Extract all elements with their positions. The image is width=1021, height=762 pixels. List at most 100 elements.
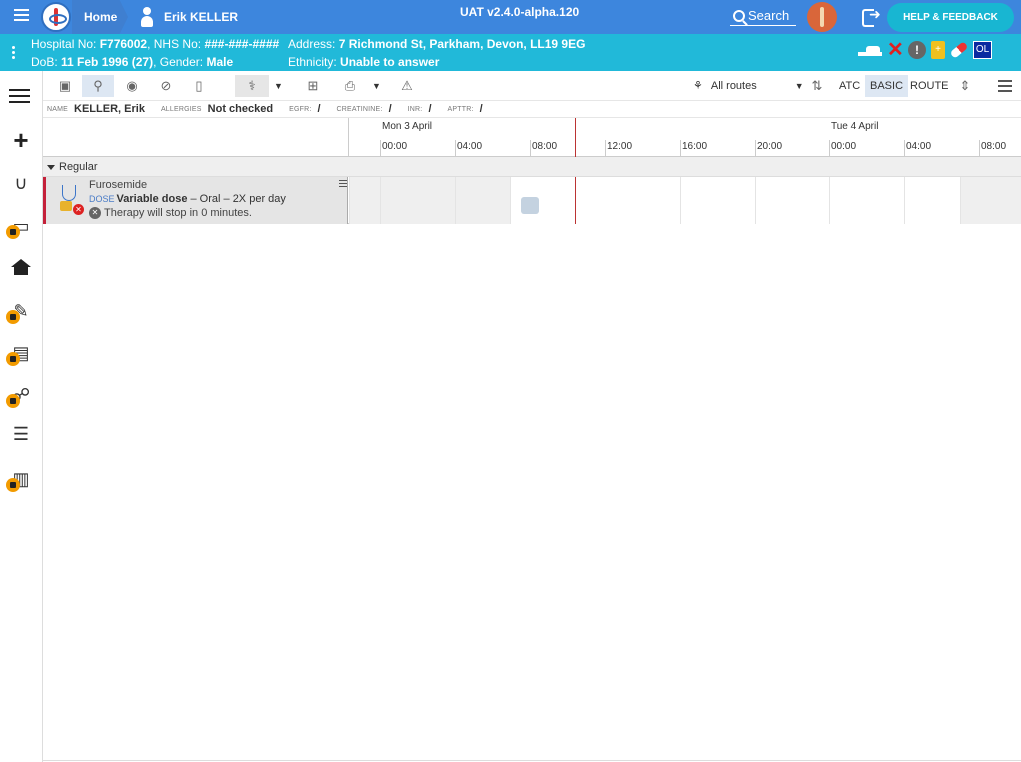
hour-label: 08:00 — [979, 140, 1006, 157]
add-prescription-icon[interactable]: ⚕ — [235, 75, 269, 97]
add-icon[interactable]: + — [6, 126, 36, 156]
ethnicity-label: Ethnicity: — [288, 55, 341, 69]
walking-icon[interactable]: ☍ — [6, 380, 36, 410]
eye-icon[interactable]: ◉ — [118, 75, 146, 97]
routes-icon: ⚘ — [693, 80, 703, 92]
hour-label: 20:00 — [755, 140, 782, 157]
medication-info[interactable]: ✕ Furosemide DOSE Variable dose – Oral – … — [43, 177, 348, 224]
current-time-line — [575, 118, 576, 157]
therapy-stop-notice: ✕ Therapy will stop in 0 minutes. — [89, 207, 252, 219]
sort-icon[interactable]: ⇅ — [803, 75, 831, 97]
top-bar: Home Erik KELLER UAT v2.4.0-alpha.120 Se… — [0, 0, 1021, 34]
ethnicity-value: Unable to answer — [340, 55, 440, 69]
stethoscope-icon[interactable]: ∪ — [6, 168, 36, 198]
archive-icon[interactable]: ▥ — [6, 464, 36, 494]
administer-icon[interactable]: ⚲ — [82, 75, 114, 97]
medication-dose: DOSE Variable dose – Oral – 2X per day — [89, 193, 286, 205]
prescription-dropdown-icon[interactable]: ▼ — [274, 75, 283, 97]
group-header-regular[interactable]: Regular — [43, 157, 1021, 177]
lock-icon — [6, 352, 20, 366]
list-icon[interactable] — [6, 85, 36, 115]
group-atc[interactable]: ATC — [834, 75, 865, 97]
dose-main: Variable dose — [116, 193, 188, 205]
grid-cell — [349, 177, 380, 224]
banner-status-icons: ✕ ! + OL — [858, 40, 992, 60]
app-logo[interactable] — [41, 2, 71, 32]
medication-row[interactable]: ✕ Furosemide DOSE Variable dose – Oral – … — [43, 177, 1021, 224]
person-icon — [138, 6, 156, 28]
allergies-value[interactable]: Not checked — [208, 103, 273, 115]
hospital-no-label: Hospital No: — [31, 37, 100, 51]
camera-icon[interactable]: ▭ — [6, 211, 36, 241]
breadcrumb-home[interactable]: Home — [72, 0, 128, 34]
banner-ethnicity: Ethnicity: Unable to answer — [288, 55, 439, 69]
hospital-no: F776002 — [99, 37, 148, 51]
grid-cell — [510, 177, 575, 224]
day-label: Tue 4 April — [831, 121, 879, 132]
clipboard-icon[interactable]: + — [931, 41, 945, 59]
print-icon[interactable]: ⎙ — [336, 75, 364, 97]
name-label: NAME — [47, 105, 69, 113]
day-label: Mon 3 April — [382, 121, 433, 132]
checklist-icon[interactable]: ☰ — [6, 419, 36, 449]
stethoscope-shape — [62, 185, 76, 201]
document-icon[interactable]: ▯ — [185, 75, 213, 97]
ol-badge[interactable]: OL — [973, 41, 992, 59]
no-allergy-check-icon[interactable]: ✕ — [887, 40, 904, 60]
nhs-no-label: , NHS No: — [147, 37, 205, 51]
search-label: Search — [748, 8, 790, 23]
grid-cell — [680, 177, 755, 224]
allergies-label: ALLERGIES — [160, 105, 202, 113]
pill-icon[interactable] — [949, 41, 969, 59]
logout-icon[interactable] — [862, 6, 882, 27]
help-feedback-button[interactable]: HELP & FEEDBACK — [887, 3, 1014, 32]
egfr-label: EGFR: — [289, 105, 312, 113]
dob-value: 11 Feb 1996 (27) — [61, 55, 154, 69]
lock-icon — [6, 394, 20, 408]
chart-toolbar: ▣ ⚲ ◉ ⊘ ▯ ⚕ ▼ ⊞ ⎙ ▼ ⚠ ⚘ All routes ▼ ⇅ A… — [43, 71, 1021, 101]
routes-label: All routes — [710, 80, 757, 92]
stop-icon: ✕ — [89, 207, 101, 219]
grid-cell — [380, 177, 455, 224]
banner-demographics: DoB: 11 Feb 1996 (27), Gender: Male — [31, 55, 233, 69]
chart-view-icon[interactable]: ▣ — [51, 75, 79, 97]
grid-cell — [960, 177, 1021, 224]
warning-icon[interactable]: ⚠ — [393, 75, 421, 97]
hour-label: 08:00 — [530, 140, 557, 157]
administration-slot[interactable] — [521, 197, 539, 214]
address-label: Address: — [288, 37, 339, 51]
no-pill-icon[interactable]: ⊘ — [152, 75, 180, 97]
gender-label: , Gender: — [153, 55, 207, 69]
user-avatar[interactable] — [807, 2, 837, 32]
routes-select[interactable]: ⚘ All routes ▼ — [693, 75, 804, 97]
group-route[interactable]: ROUTE — [905, 75, 954, 97]
administration-grid[interactable] — [349, 177, 1021, 224]
current-time-line — [575, 177, 576, 224]
medication-menu-icon[interactable] — [339, 180, 347, 189]
banner-more-icon[interactable] — [12, 46, 15, 61]
print-dropdown-icon[interactable]: ▼ — [372, 75, 381, 97]
home-ward-icon[interactable] — [6, 253, 36, 283]
bed-icon[interactable] — [858, 42, 882, 58]
options-menu-icon[interactable] — [998, 80, 1012, 95]
add-order-icon[interactable]: ⊞ — [299, 75, 327, 97]
banner-identifiers: Hospital No: F776002, NHS No: ###-###-##… — [31, 37, 279, 51]
oral-medication-icon: ✕ — [60, 185, 84, 215]
error-badge-icon: ✕ — [73, 204, 84, 215]
group-basic[interactable]: BASIC — [865, 75, 909, 97]
expand-collapse-icon[interactable]: ⇕ — [951, 75, 979, 97]
alert-icon[interactable]: ! — [908, 41, 926, 59]
search-button[interactable]: Search — [730, 6, 796, 26]
edit-document-icon[interactable]: ✎ — [6, 296, 36, 326]
clipboard-nav-icon[interactable]: ▤ — [6, 338, 36, 368]
creatinine-label: CREATININE: — [336, 105, 383, 113]
left-navigation: + ∪ ▭ ✎ ▤ ☍ ☰ ▥ — [0, 71, 43, 762]
name-value: KELLER, Erik — [74, 103, 145, 115]
medication-name: Furosemide — [89, 179, 148, 191]
house-shape — [11, 259, 31, 275]
timeline-divider — [348, 118, 349, 157]
main-menu-icon[interactable] — [14, 6, 38, 28]
stop-text: Therapy will stop in 0 minutes. — [104, 207, 252, 219]
breadcrumb-patient[interactable]: Erik KELLER — [138, 0, 238, 34]
dob-label: DoB: — [31, 55, 62, 69]
